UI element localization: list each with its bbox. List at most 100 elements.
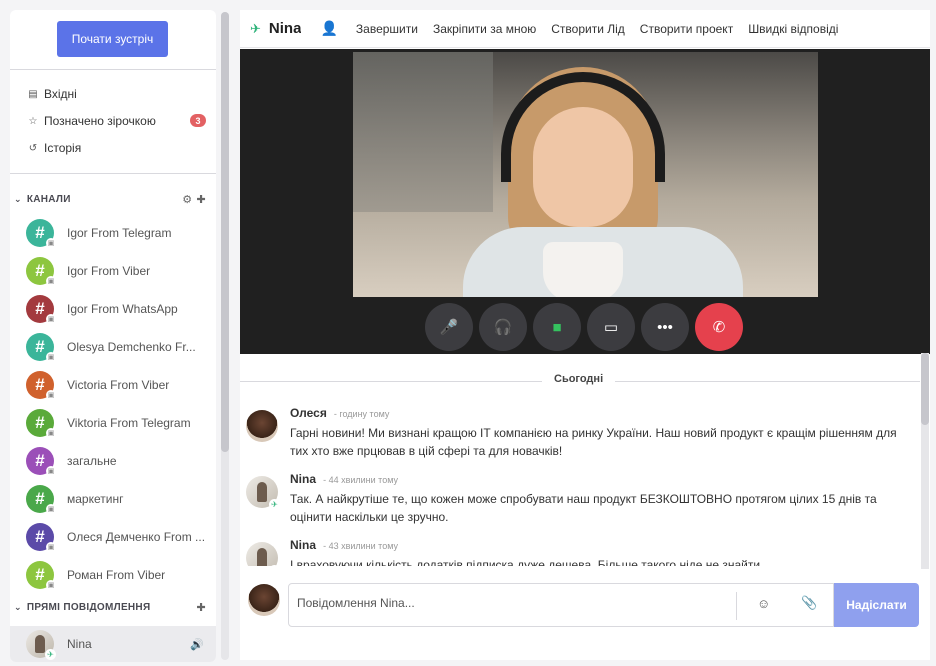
sidebar-item-channel[interactable]: # ▣ маркетинг — [26, 484, 214, 514]
microphone-button[interactable]: 🎤 — [425, 303, 473, 351]
message-time: - годину тому — [333, 409, 390, 419]
channel-hash-icon: # ▣ — [26, 523, 56, 552]
channel-name: Victoria From Viber — [67, 378, 170, 392]
avatar: ✈ — [26, 630, 56, 660]
sidebar-panel: Почати зустріч ▤ Вхідні ☆ Позначено зіро… — [10, 10, 216, 662]
sidebar-item-channel[interactable]: # ▣ загальне — [26, 446, 214, 476]
channel-name: Олеся Демченко From ... — [67, 530, 206, 544]
camera-button[interactable]: ■ — [533, 303, 581, 351]
message-author[interactable]: Nina — [290, 472, 316, 486]
dm-name: Nina — [67, 637, 92, 651]
chevron-down-icon: ⌄ — [14, 601, 22, 612]
gear-icon[interactable]: ⚙ — [182, 193, 192, 206]
sidebar-scrollbar[interactable] — [221, 12, 229, 660]
lock-icon: ▣ — [46, 504, 56, 514]
quick-replies-button[interactable]: Швидкі відповіді — [748, 22, 838, 36]
message-time: - 44 хвилини тому — [323, 475, 398, 485]
create-lead-button[interactable]: Створити Лід — [551, 22, 625, 36]
message-text: І враховуючи кількість додатків підписка… — [290, 558, 764, 566]
room-title: Nina — [268, 20, 301, 37]
channel-hash-icon: # ▣ — [26, 295, 56, 324]
more-button[interactable]: ••• — [641, 303, 689, 351]
screen-share-button[interactable]: ▭ — [587, 303, 635, 351]
channel-hash-icon: # ▣ — [26, 333, 56, 362]
sidebar-item-label: Позначено зірочкою — [44, 114, 156, 128]
message-composer: ☺ 📎 Надіслати — [240, 570, 930, 660]
composer-box: ☺ 📎 — [288, 583, 834, 627]
sidebar: Почати зустріч ▤ Вхідні ☆ Позначено зіро… — [0, 0, 232, 666]
sidebar-item-dm-nina[interactable]: ✈ Nina 🔊 — [10, 626, 216, 662]
sidebar-item-channel[interactable]: # ▣ Igor From WhatsApp — [26, 294, 214, 324]
message-author[interactable]: Nina — [290, 538, 316, 552]
channels-section-header[interactable]: ⌄ КАНАЛИ ⚙ ✚ — [14, 191, 210, 207]
section-title: ПРЯМІ ПОВІДОМЛЕННЯ — [26, 601, 151, 613]
sidebar-item-inbox[interactable]: ▤ Вхідні — [26, 85, 206, 103]
add-icon[interactable]: ✚ — [196, 601, 206, 614]
channel-name: маркетинг — [67, 492, 124, 506]
headphones-button[interactable]: 🎧 — [479, 303, 527, 351]
start-meeting-button[interactable]: Почати зустріч — [57, 21, 168, 57]
telegram-icon: ✈ — [269, 565, 280, 566]
lock-icon: ▣ — [46, 542, 56, 552]
assign-to-me-button[interactable]: Закріпити за мною — [433, 22, 536, 36]
messages-scrollbar[interactable] — [921, 353, 929, 569]
microphone-icon: 🎤 — [439, 319, 459, 336]
attachment-icon[interactable]: 📎 — [801, 595, 817, 611]
chevron-down-icon: ⌄ — [14, 193, 22, 204]
channel-name: Igor From Viber — [67, 264, 151, 278]
message-time: - 43 хвилини тому — [323, 541, 398, 551]
message-list: Олеся - годину тому Гарні новини! Ми виз… — [240, 400, 920, 566]
finish-button[interactable]: Завершити — [356, 22, 418, 36]
emoji-icon[interactable]: ☺ — [757, 596, 770, 611]
lock-icon: ▣ — [46, 352, 56, 362]
sidebar-item-label: Вхідні — [44, 87, 77, 101]
channel-name: Igor From WhatsApp — [67, 302, 178, 316]
sidebar-item-channel[interactable]: # ▣ Viktoria From Telegram — [26, 408, 214, 438]
lock-icon: ▣ — [46, 390, 56, 400]
divider — [10, 173, 216, 174]
avatar: ✈ — [246, 476, 280, 510]
lock-icon: ▣ — [46, 238, 56, 248]
lock-icon: ▣ — [46, 314, 56, 324]
add-icon[interactable]: ✚ — [196, 193, 206, 206]
sidebar-item-channel[interactable]: # ▣ Роман From Viber — [26, 560, 214, 590]
sidebar-item-channel[interactable]: # ▣ Victoria From Viber — [26, 370, 214, 400]
message-text: Так. А найкрутіше те, що кожен може спро… — [290, 492, 877, 524]
create-project-button[interactable]: Створити проект — [640, 22, 733, 36]
sidebar-item-channel[interactable]: # ▣ Igor From Telegram — [26, 218, 214, 248]
channel-hash-icon: # ▣ — [26, 257, 56, 286]
hang-up-icon: ✆ — [712, 319, 726, 336]
hang-up-button[interactable]: ✆ — [695, 303, 743, 351]
channel-hash-icon: # ▣ — [26, 561, 56, 590]
sidebar-item-channel[interactable]: # ▣ Olesya Demchenko Fr... — [26, 332, 214, 362]
add-user-icon[interactable]: 👤 — [321, 20, 341, 37]
room-header: ✈ Nina 👤 Завершити Закріпити за мною Ств… — [240, 10, 930, 48]
section-title: КАНАЛИ — [26, 193, 71, 205]
dm-section-header[interactable]: ⌄ ПРЯМІ ПОВІДОМЛЕННЯ ✚ — [14, 599, 210, 615]
message-header: Олеся - годину тому — [290, 406, 389, 420]
channel-name: загальне — [67, 454, 117, 468]
main-panel: ✈ Nina 👤 Завершити Закріпити за мною Ств… — [240, 10, 930, 660]
send-button[interactable]: Надіслати — [834, 583, 919, 627]
telegram-icon: ✈ — [250, 20, 261, 36]
message-author[interactable]: Олеся — [290, 406, 327, 420]
telegram-icon: ✈ — [45, 649, 56, 660]
video-feed — [353, 52, 818, 297]
message-header: Nina - 43 хвилини тому — [290, 538, 398, 552]
sidebar-item-channel[interactable]: # ▣ Олеся Демченко From ... — [26, 522, 214, 552]
channel-hash-icon: # ▣ — [26, 371, 56, 400]
sidebar-item-history[interactable]: ↺ Історія — [26, 139, 206, 157]
channel-hash-icon: # ▣ — [26, 485, 56, 514]
avatar — [246, 410, 278, 442]
telegram-icon: ✈ — [269, 499, 280, 510]
sidebar-item-channel[interactable]: # ▣ Igor From Viber — [26, 256, 214, 286]
sidebar-item-starred[interactable]: ☆ Позначено зірочкою 3 — [26, 112, 206, 130]
avatar: ✈ — [246, 542, 280, 566]
more-icon: ••• — [657, 318, 673, 336]
message-header: Nina - 44 хвилини тому — [290, 472, 398, 486]
day-divider-label: Сьогодні — [542, 373, 616, 385]
day-divider: Сьогодні — [240, 373, 920, 389]
divider — [736, 592, 737, 620]
lock-icon: ▣ — [46, 580, 56, 590]
message-input[interactable] — [297, 596, 727, 610]
